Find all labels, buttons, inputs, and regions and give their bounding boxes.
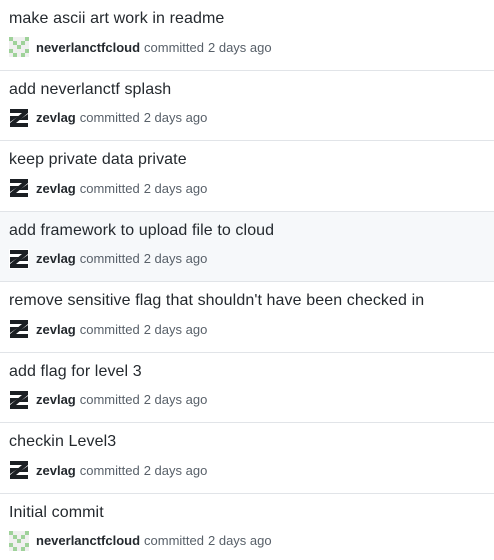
commit-verb: committed bbox=[79, 251, 140, 266]
commit-message-link[interactable]: Initial commit bbox=[9, 503, 484, 523]
z-logo-avatar-icon[interactable] bbox=[9, 178, 29, 198]
commit-row[interactable]: Initial commit neverlanctfcloud committe… bbox=[0, 493, 494, 560]
identicon-avatar-icon[interactable] bbox=[9, 37, 29, 57]
identicon-avatar-icon[interactable] bbox=[9, 530, 29, 551]
commit-verb: committed bbox=[79, 180, 140, 196]
commit-meta: zevlag committed 2 days ago bbox=[9, 389, 484, 410]
commit-meta: neverlanctfcloud committed 2 days ago bbox=[9, 37, 484, 57]
commit-message-link[interactable]: keep private data private bbox=[9, 150, 484, 170]
commit-row-hovered[interactable]: add framework to upload file to cloud ze… bbox=[0, 211, 494, 282]
commit-meta: zevlag committed 2 days ago bbox=[9, 178, 484, 198]
commit-time[interactable]: 2 days ago bbox=[208, 533, 272, 548]
commit-author-link[interactable]: zevlag bbox=[36, 251, 76, 266]
commit-row[interactable]: remove sensitive flag that shouldn't hav… bbox=[0, 282, 494, 353]
commit-time[interactable]: 2 days ago bbox=[144, 110, 208, 125]
commit-meta: zevlag committed 2 days ago bbox=[9, 460, 484, 480]
commit-author-link[interactable]: zevlag bbox=[36, 463, 76, 478]
commit-row[interactable]: add flag for level 3 zevlag committed 2 … bbox=[0, 352, 494, 423]
commit-list: make ascii art work in readme neverlanct… bbox=[0, 0, 494, 560]
commit-time[interactable]: 2 days ago bbox=[144, 322, 208, 337]
z-logo-avatar-icon[interactable] bbox=[9, 389, 29, 410]
commit-meta: zevlag committed 2 days ago bbox=[9, 248, 484, 269]
commit-message-link[interactable]: add flag for level 3 bbox=[9, 362, 484, 382]
commit-author-link[interactable]: zevlag bbox=[36, 110, 76, 125]
commit-verb: committed bbox=[79, 110, 140, 125]
commit-time[interactable]: 2 days ago bbox=[208, 40, 272, 55]
commit-row[interactable]: keep private data private zevlag committ… bbox=[0, 141, 494, 212]
z-logo-avatar-icon[interactable] bbox=[9, 460, 29, 480]
commit-row[interactable]: make ascii art work in readme neverlanct… bbox=[0, 0, 494, 71]
commit-meta: zevlag committed 2 days ago bbox=[9, 107, 484, 128]
commit-message-link[interactable]: checkin Level3 bbox=[9, 432, 484, 452]
commit-author-link[interactable]: zevlag bbox=[36, 392, 76, 407]
commit-row[interactable]: checkin Level3 zevlag committed 2 days a… bbox=[0, 423, 494, 494]
commit-author-link[interactable]: zevlag bbox=[36, 181, 76, 196]
commit-time[interactable]: 2 days ago bbox=[144, 181, 208, 196]
commit-verb: committed bbox=[144, 39, 204, 55]
z-logo-avatar-icon[interactable] bbox=[9, 248, 29, 269]
commit-message-link[interactable]: remove sensitive flag that shouldn't hav… bbox=[9, 291, 484, 311]
commit-author-link[interactable]: zevlag bbox=[36, 322, 76, 337]
commit-message-link[interactable]: add framework to upload file to cloud bbox=[9, 221, 484, 241]
commit-meta: zevlag committed 2 days ago bbox=[9, 319, 484, 339]
commit-verb: committed bbox=[79, 462, 140, 478]
commit-time[interactable]: 2 days ago bbox=[144, 251, 208, 266]
commit-author-link[interactable]: neverlanctfcloud bbox=[36, 533, 140, 548]
commit-time[interactable]: 2 days ago bbox=[144, 463, 208, 478]
commit-message-link[interactable]: make ascii art work in readme bbox=[9, 9, 484, 29]
commit-row[interactable]: add neverlanctf splash zevlag committed … bbox=[0, 70, 494, 141]
commit-author-link[interactable]: neverlanctfcloud bbox=[36, 40, 140, 55]
commit-verb: committed bbox=[144, 533, 204, 548]
commit-time[interactable]: 2 days ago bbox=[144, 392, 208, 407]
z-logo-avatar-icon[interactable] bbox=[9, 319, 29, 339]
z-logo-avatar-icon[interactable] bbox=[9, 107, 29, 128]
commit-verb: committed bbox=[79, 392, 140, 407]
commit-message-link[interactable]: add neverlanctf splash bbox=[9, 80, 484, 100]
commit-verb: committed bbox=[79, 321, 140, 337]
commit-meta: neverlanctfcloud committed 2 days ago bbox=[9, 530, 484, 551]
